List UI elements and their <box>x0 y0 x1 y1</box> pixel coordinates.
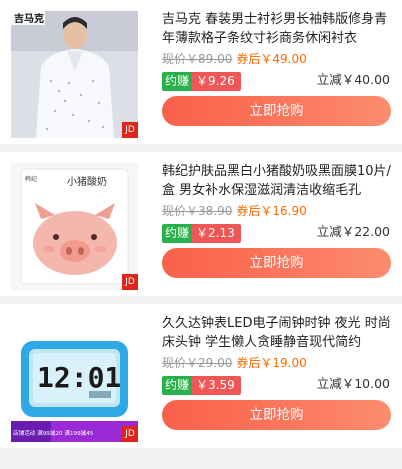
earn-row: 约赚 ￥3.59 立减￥10.00 <box>162 374 392 395</box>
shirt-photo: 吉马克 <box>11 11 138 138</box>
coupon-price: 券后￥16.90 <box>236 204 307 218</box>
image-brand-text: 吉马克 <box>14 12 44 25</box>
coupon-price: 券后￥49.00 <box>236 52 307 66</box>
jd-badge-icon: JD <box>122 122 138 138</box>
product-info: 吉马克 春装男士衬衫男长袖韩版修身青年薄款格子条纹寸衫商务休闲衬衣 现价￥89.… <box>162 10 392 126</box>
buy-now-button[interactable]: 立即抢购 <box>162 400 391 430</box>
discount-amount: 立减￥22.00 <box>316 224 390 239</box>
buy-now-button[interactable]: 立即抢购 <box>162 248 391 278</box>
product-list: 吉马克 JD 吉马克 春装男士衬衫男长袖韩版修身青年薄款格子条纹寸衫商务休闲衬衣… <box>0 0 402 448</box>
face-mask-box-photo: 韩纪 小猪酸奶 <box>11 163 138 290</box>
jd-badge-icon: JD <box>122 274 138 290</box>
discount-amount: 立减￥10.00 <box>316 376 390 391</box>
buy-now-button[interactable]: 立即抢购 <box>162 96 391 126</box>
product-card[interactable]: 韩纪 小猪酸奶 JD 韩纪护肤品黑白小猪酸奶吸黑面膜10片/盒 男女补水保湿滋润… <box>0 152 402 296</box>
earn-label: 约赚 <box>162 72 193 91</box>
coupon-price: 券后￥19.00 <box>236 356 307 370</box>
earn-amount: ￥2.13 <box>192 224 241 243</box>
product-info: 韩纪护肤品黑白小猪酸奶吸黑面膜10片/盒 男女补水保湿滋润清洁收缩毛孔 现价￥3… <box>162 162 392 278</box>
earn-label: 约赚 <box>162 376 193 395</box>
discount-amount: 立减￥40.00 <box>316 72 390 87</box>
earn-amount: ￥3.59 <box>192 376 241 395</box>
product-image[interactable]: 韩纪 小猪酸奶 JD <box>11 163 138 290</box>
product-card[interactable]: 12:01 店铺活动 满99减20 满199减45 JD 久久达钟表LED电子闹… <box>0 304 402 448</box>
image-promo-text: 店铺活动 满99减20 满199减45 <box>13 429 94 437</box>
product-title[interactable]: 韩纪护肤品黑白小猪酸奶吸黑面膜10片/盒 男女补水保湿滋润清洁收缩毛孔 <box>162 162 392 200</box>
original-price: 现价￥29.00 <box>162 356 233 370</box>
product-info: 久久达钟表LED电子闹钟时钟 夜光 时尚床头钟 学生懒人贪睡静音现代简约 现价￥… <box>162 314 392 430</box>
earn-amount: ￥9.26 <box>192 72 241 91</box>
product-image[interactable]: 吉马克 JD <box>11 11 138 138</box>
earn-row: 约赚 ￥2.13 立减￥22.00 <box>162 222 392 243</box>
earn-badge: 约赚 ￥3.59 <box>162 376 241 395</box>
price-row: 现价￥89.00 券后￥49.00 <box>162 50 392 68</box>
earn-badge: 约赚 ￥2.13 <box>162 224 241 243</box>
alarm-clock-photo: 12:01 店铺活动 满99减20 满199减45 <box>11 315 138 442</box>
earn-label: 约赚 <box>162 224 193 243</box>
clock-display-text: 12:01 <box>37 361 121 394</box>
price-row: 现价￥38.90 券后￥16.90 <box>162 202 392 220</box>
product-title[interactable]: 吉马克 春装男士衬衫男长袖韩版修身青年薄款格子条纹寸衫商务休闲衬衣 <box>162 10 392 48</box>
image-brand-text: 韩纪 <box>25 175 37 183</box>
image-product-text: 小猪酸奶 <box>67 175 107 188</box>
original-price: 现价￥89.00 <box>162 52 233 66</box>
product-image[interactable]: 12:01 店铺活动 满99减20 满199减45 JD <box>11 315 138 442</box>
jd-badge-icon: JD <box>122 426 138 442</box>
earn-row: 约赚 ￥9.26 立减￥40.00 <box>162 70 392 91</box>
product-card[interactable]: 吉马克 JD 吉马克 春装男士衬衫男长袖韩版修身青年薄款格子条纹寸衫商务休闲衬衣… <box>0 0 402 144</box>
original-price: 现价￥38.90 <box>162 204 233 218</box>
earn-badge: 约赚 ￥9.26 <box>162 72 241 91</box>
price-row: 现价￥29.00 券后￥19.00 <box>162 354 392 372</box>
product-title[interactable]: 久久达钟表LED电子闹钟时钟 夜光 时尚床头钟 学生懒人贪睡静音现代简约 <box>162 314 392 352</box>
